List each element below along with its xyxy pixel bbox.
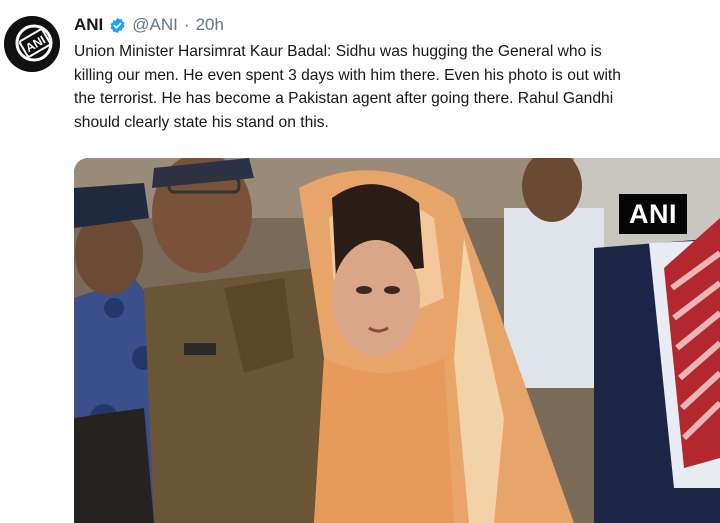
tweet-text: Union Minister Harsimrat Kaur Badal: Sid… bbox=[74, 40, 714, 134]
tweet-text-line: the terrorist. He has become a Pakistan … bbox=[74, 90, 614, 108]
tweet-text-line: Union Minister Harsimrat Kaur Badal: Sid… bbox=[74, 43, 602, 60]
ani-logo-icon: ANI bbox=[4, 16, 60, 72]
tweet-media-photo[interactable]: ANI bbox=[74, 158, 720, 523]
tweet-timestamp[interactable]: 20h bbox=[196, 14, 224, 36]
author-avatar[interactable]: ANI bbox=[4, 16, 60, 72]
tweet-header: ANI @ANI · 20h bbox=[74, 14, 224, 36]
ani-watermark: ANI bbox=[619, 194, 687, 234]
author-name[interactable]: ANI bbox=[74, 14, 103, 36]
tweet-text-line: killing our men. He even spent 3 days wi… bbox=[74, 66, 621, 84]
verified-badge-icon bbox=[110, 17, 125, 33]
header-separator: · bbox=[183, 15, 190, 34]
tweet-text-line: should clearly state his stand on this. bbox=[74, 113, 329, 131]
author-handle[interactable]: @ANI bbox=[132, 14, 178, 36]
